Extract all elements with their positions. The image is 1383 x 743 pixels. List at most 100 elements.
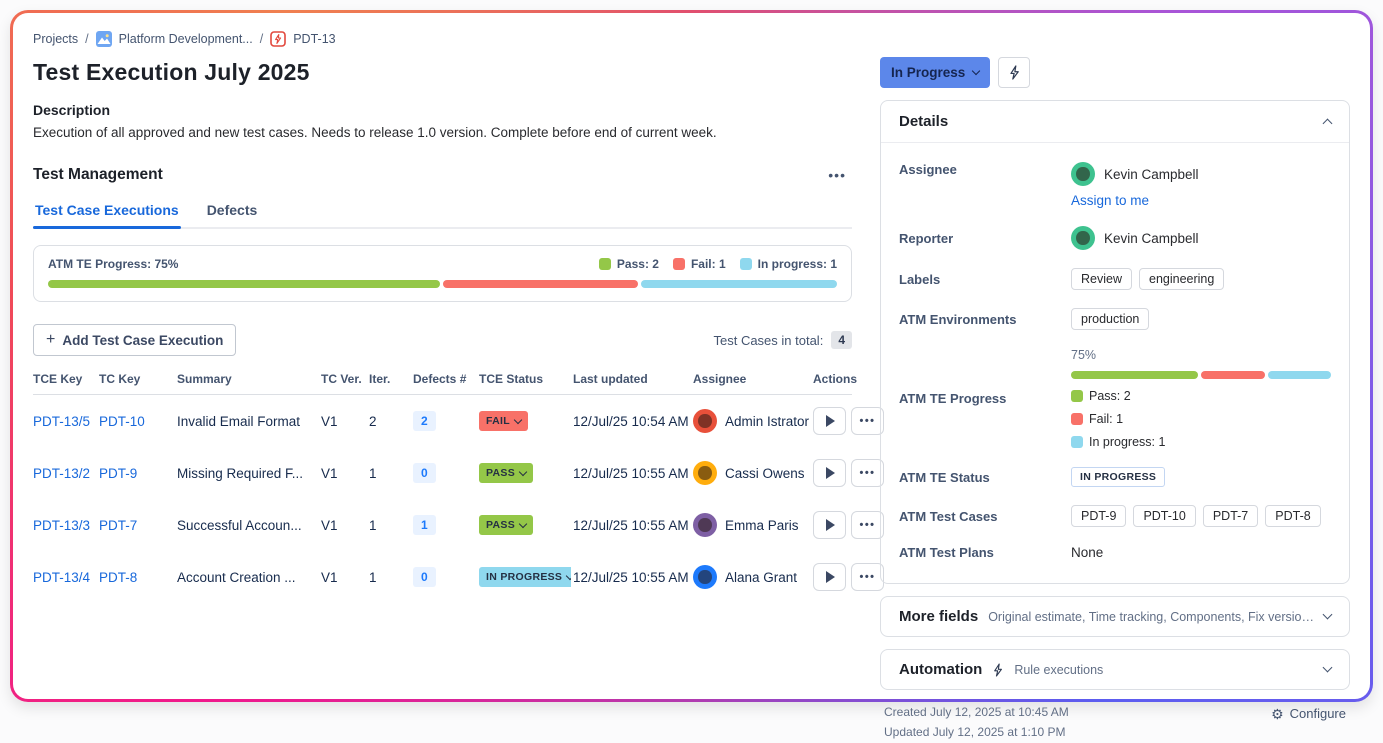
add-test-case-execution-button[interactable]: Add Test Case Execution <box>33 324 236 356</box>
details-panel: Details Assignee Kevin Campbell Assign t… <box>880 100 1350 584</box>
defects-cell: 0 <box>413 463 477 483</box>
chevron-down-icon <box>519 467 527 475</box>
test-management-heading: Test Management <box>33 166 163 184</box>
assign-to-me-link[interactable]: Assign to me <box>1071 193 1149 208</box>
col-tc-ver[interactable]: TC Ver. <box>321 372 367 386</box>
lightning-icon <box>992 663 1004 677</box>
assignee-avatar <box>1071 162 1095 186</box>
assignee-cell: Cassi Owens <box>693 461 811 485</box>
defects-count-badge[interactable]: 0 <box>413 567 436 587</box>
environments-label: ATM Environments <box>899 312 1071 327</box>
col-last-updated[interactable]: Last updated <box>573 372 691 386</box>
labels-label: Labels <box>899 272 1071 287</box>
assignee-name: Kevin Campbell <box>1104 167 1199 182</box>
tce-key-link[interactable]: PDT-13/4 <box>33 570 97 585</box>
status-cell: FAIL <box>479 411 571 431</box>
tc-key-link[interactable]: PDT-10 <box>99 414 175 429</box>
tce-status-badge[interactable]: PASS <box>479 463 533 483</box>
tc-version-cell: V1 <box>321 466 367 481</box>
details-header[interactable]: Details <box>881 101 1349 143</box>
tab-test-case-executions[interactable]: Test Case Executions <box>33 198 181 227</box>
te-status-chip[interactable]: IN PROGRESS <box>1071 467 1165 487</box>
breadcrumb: Projects / Platform Development... / PDT… <box>33 31 852 47</box>
assignee-avatar <box>693 565 717 589</box>
configure-button[interactable]: ⚙ Configure <box>1271 706 1346 721</box>
legend-pass-label: Pass: 2 <box>617 257 659 271</box>
fail-color-swatch <box>673 258 685 270</box>
label-chip-engineering[interactable]: engineering <box>1139 268 1224 290</box>
test-case-chip-pdt-10[interactable]: PDT-10 <box>1133 505 1195 527</box>
iteration-cell: 1 <box>369 570 411 585</box>
field-test-plans: ATM Test Plans None <box>899 536 1331 569</box>
tce-key-link[interactable]: PDT-13/5 <box>33 414 97 429</box>
more-fields-subtext: Original estimate, Time tracking, Compon… <box>988 610 1314 624</box>
defects-cell: 1 <box>413 515 477 535</box>
label-chip-review[interactable]: Review <box>1071 268 1132 290</box>
tce-status-badge[interactable]: IN PROGRESS <box>479 567 571 587</box>
tce-status-badge[interactable]: PASS <box>479 515 533 535</box>
col-tce-key[interactable]: TCE Key <box>33 372 97 386</box>
automation-panel[interactable]: Automation Rule executions <box>880 649 1350 690</box>
progress-segment-pass <box>48 280 440 288</box>
field-labels: Labels Review engineering <box>899 259 1331 299</box>
last-updated-cell: 12/Jul/25 10:54 AM <box>573 414 691 429</box>
defects-count-badge[interactable]: 2 <box>413 411 436 431</box>
tce-key-link[interactable]: PDT-13/3 <box>33 518 97 533</box>
plus-icon <box>46 331 55 349</box>
table-row: PDT-13/5PDT-10Invalid Email FormatV122FA… <box>33 395 852 447</box>
assignee-cell: Admin Istrator <box>693 409 811 433</box>
gear-icon: ⚙ <box>1271 707 1284 721</box>
col-tce-status[interactable]: TCE Status <box>479 372 571 386</box>
defects-count-badge[interactable]: 0 <box>413 463 436 483</box>
col-iter[interactable]: Iter. <box>369 372 411 386</box>
col-actions: Actions <box>813 372 857 386</box>
col-assignee[interactable]: Assignee <box>693 372 811 386</box>
col-tc-key[interactable]: TC Key <box>99 372 175 386</box>
tce-status-badge[interactable]: FAIL <box>479 411 528 431</box>
run-test-button[interactable] <box>813 407 846 435</box>
test-case-chip-pdt-8[interactable]: PDT-8 <box>1265 505 1320 527</box>
breadcrumb-issue-key[interactable]: PDT-13 <box>293 32 335 46</box>
defects-count-badge[interactable]: 1 <box>413 515 436 535</box>
col-summary[interactable]: Summary <box>177 372 319 386</box>
actions-cell: ••• <box>813 407 884 435</box>
test-case-chip-pdt-9[interactable]: PDT-9 <box>1071 505 1126 527</box>
description-text[interactable]: Execution of all approved and new test c… <box>33 125 852 140</box>
test-management-more-icon[interactable]: ••• <box>822 166 852 184</box>
col-defects[interactable]: Defects # <box>413 372 477 386</box>
run-test-button[interactable] <box>813 459 846 487</box>
tc-version-cell: V1 <box>321 414 367 429</box>
details-legend-fail-label: Fail: 1 <box>1089 412 1123 426</box>
reporter-label: Reporter <box>899 231 1071 246</box>
progress-percent: 75% <box>1071 348 1331 362</box>
tab-defects[interactable]: Defects <box>205 198 260 227</box>
run-test-button[interactable] <box>813 511 846 539</box>
automation-lightning-button[interactable] <box>998 57 1030 88</box>
more-fields-panel[interactable]: More fields Original estimate, Time trac… <box>880 596 1350 637</box>
progress-segment-in_progress <box>641 280 837 288</box>
assignee-value[interactable]: Kevin Campbell <box>1071 162 1331 186</box>
breadcrumb-project[interactable]: Platform Development... <box>119 32 253 46</box>
total-count-badge: 4 <box>831 331 852 349</box>
test-case-chip-pdt-7[interactable]: PDT-7 <box>1203 505 1258 527</box>
summary-cell: Missing Required F... <box>177 466 319 481</box>
breadcrumb-projects[interactable]: Projects <box>33 32 78 46</box>
test-execution-type-icon <box>270 31 286 47</box>
actions-cell: ••• <box>813 459 884 487</box>
assignee-name: Emma Paris <box>725 518 799 533</box>
pass-color-swatch <box>1071 390 1083 402</box>
tc-key-link[interactable]: PDT-9 <box>99 466 175 481</box>
details-title: Details <box>899 113 948 130</box>
total-label: Test Cases in total: <box>713 333 823 348</box>
tce-key-link[interactable]: PDT-13/2 <box>33 466 97 481</box>
tc-key-link[interactable]: PDT-8 <box>99 570 175 585</box>
table-row: PDT-13/4PDT-8Account Creation ...V110IN … <box>33 551 852 603</box>
in-progress-color-swatch <box>1071 436 1083 448</box>
field-reporter: Reporter Kevin Campbell <box>899 217 1331 259</box>
run-test-button[interactable] <box>813 563 846 591</box>
fail-color-swatch <box>1071 413 1083 425</box>
reporter-value[interactable]: Kevin Campbell <box>1071 226 1331 250</box>
tc-key-link[interactable]: PDT-7 <box>99 518 175 533</box>
status-dropdown-button[interactable]: In Progress <box>880 57 990 88</box>
environment-chip-production[interactable]: production <box>1071 308 1149 330</box>
